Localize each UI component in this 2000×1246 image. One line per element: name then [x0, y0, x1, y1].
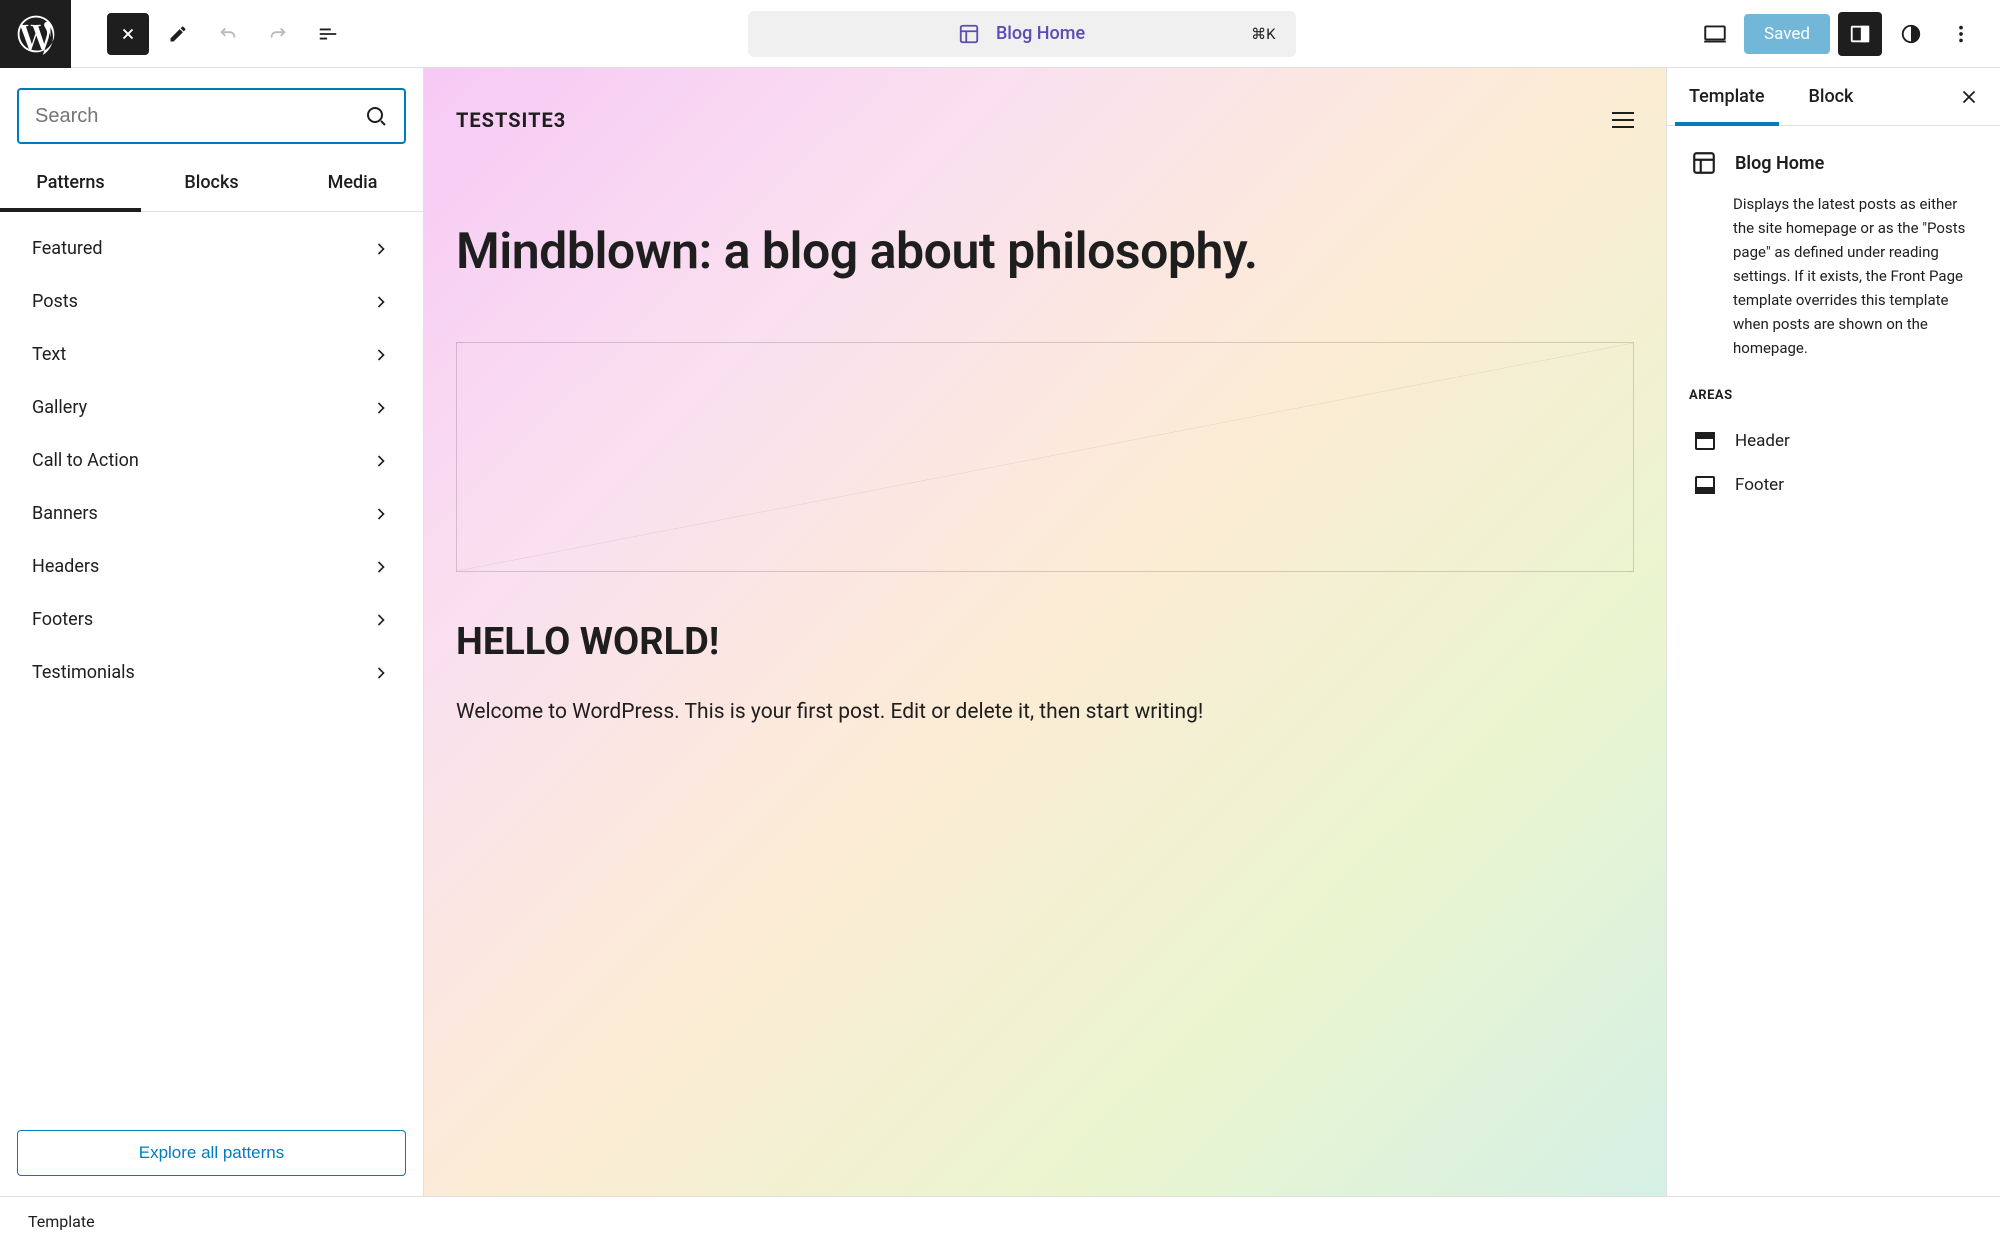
areas-heading: AREAS	[1689, 388, 1978, 403]
styles-button[interactable]	[1890, 13, 1932, 55]
inserter-panel: Patterns Blocks Media Featured Posts Tex…	[0, 68, 424, 1196]
category-call-to-action[interactable]: Call to Action	[0, 434, 423, 487]
search-box	[17, 88, 406, 144]
close-sidebar-button[interactable]	[1938, 86, 2000, 108]
template-description: Displays the latest posts as either the …	[1689, 192, 1978, 360]
category-gallery[interactable]: Gallery	[0, 381, 423, 434]
site-header-block[interactable]: TESTSITE3	[456, 108, 1634, 132]
breadcrumb-bar: Template	[0, 1196, 2000, 1246]
desktop-icon	[1702, 21, 1728, 47]
sidebar-tabs: Template Block	[1667, 68, 2000, 126]
category-footers[interactable]: Footers	[0, 593, 423, 646]
chevron-right-icon	[371, 292, 391, 312]
wordpress-icon	[14, 12, 58, 56]
settings-sidebar: Template Block Blog Home Displays the la…	[1666, 68, 2000, 1196]
document-selector[interactable]: Blog Home ⌘K	[748, 11, 1296, 57]
layout-icon	[1691, 150, 1717, 176]
options-menu-button[interactable]	[1940, 13, 1982, 55]
document-title: Blog Home	[996, 23, 1085, 44]
sidebar-icon	[1849, 23, 1871, 45]
main-area: Patterns Blocks Media Featured Posts Tex…	[0, 68, 2000, 1196]
tab-block[interactable]: Block	[1787, 68, 1876, 125]
chevron-right-icon	[371, 345, 391, 365]
chevron-right-icon	[371, 451, 391, 471]
list-view-icon	[317, 23, 339, 45]
toolbar-center: Blog Home ⌘K	[357, 11, 1686, 57]
chevron-right-icon	[371, 610, 391, 630]
explore-patterns-button[interactable]: Explore all patterns	[17, 1130, 406, 1176]
area-header[interactable]: Header	[1689, 419, 1978, 463]
saved-button[interactable]: Saved	[1744, 14, 1830, 54]
breadcrumb[interactable]: Template	[28, 1212, 95, 1231]
tab-media[interactable]: Media	[282, 154, 423, 211]
nav-toggle[interactable]	[1612, 112, 1634, 128]
undo-button[interactable]	[207, 13, 249, 55]
close-icon	[1958, 86, 1980, 108]
chevron-right-icon	[371, 398, 391, 418]
tools-button[interactable]	[157, 13, 199, 55]
top-toolbar: Blog Home ⌘K Saved	[0, 0, 2000, 68]
wordpress-logo-button[interactable]	[0, 0, 71, 68]
view-button[interactable]	[1694, 13, 1736, 55]
post-excerpt[interactable]: Welcome to WordPress. This is your first…	[456, 696, 1634, 730]
toolbar-right: Saved	[1694, 12, 2000, 56]
chevron-right-icon	[371, 239, 391, 259]
chevron-right-icon	[371, 504, 391, 524]
editor-canvas[interactable]: TESTSITE3 Mindblown: a blog about philos…	[424, 68, 1666, 1196]
chevron-right-icon	[371, 663, 391, 683]
pencil-icon	[168, 24, 188, 44]
inserter-tabs: Patterns Blocks Media	[0, 154, 423, 212]
close-icon	[119, 25, 137, 43]
footer-icon	[1693, 473, 1717, 497]
category-banners[interactable]: Banners	[0, 487, 423, 540]
hero-heading[interactable]: Mindblown: a blog about philosophy.	[456, 222, 1634, 282]
template-header: Blog Home	[1689, 148, 1978, 178]
template-name: Blog Home	[1735, 153, 1824, 174]
category-featured[interactable]: Featured	[0, 222, 423, 275]
settings-sidebar-toggle[interactable]	[1838, 12, 1882, 56]
site-title[interactable]: TESTSITE3	[456, 108, 566, 132]
category-text[interactable]: Text	[0, 328, 423, 381]
search-icon	[364, 104, 388, 128]
more-vertical-icon	[1950, 23, 1972, 45]
close-inserter-button[interactable]	[107, 13, 149, 55]
redo-icon	[267, 23, 289, 45]
list-view-button[interactable]	[307, 13, 349, 55]
header-icon	[1693, 429, 1717, 453]
post-title[interactable]: HELLO WORLD!	[456, 620, 1634, 664]
redo-button[interactable]	[257, 13, 299, 55]
search-input[interactable]	[35, 105, 364, 128]
area-footer[interactable]: Footer	[1689, 463, 1978, 507]
category-headers[interactable]: Headers	[0, 540, 423, 593]
chevron-right-icon	[371, 557, 391, 577]
category-posts[interactable]: Posts	[0, 275, 423, 328]
featured-image-placeholder[interactable]	[456, 342, 1634, 572]
tab-patterns[interactable]: Patterns	[0, 154, 141, 211]
layout-icon	[958, 23, 980, 45]
pattern-categories: Featured Posts Text Gallery Call to Acti…	[0, 212, 423, 1130]
keyboard-shortcut: ⌘K	[1251, 25, 1275, 43]
styles-icon	[1900, 23, 1922, 45]
tab-template[interactable]: Template	[1667, 68, 1787, 125]
undo-icon	[217, 23, 239, 45]
tab-blocks[interactable]: Blocks	[141, 154, 282, 211]
category-testimonials[interactable]: Testimonials	[0, 646, 423, 699]
